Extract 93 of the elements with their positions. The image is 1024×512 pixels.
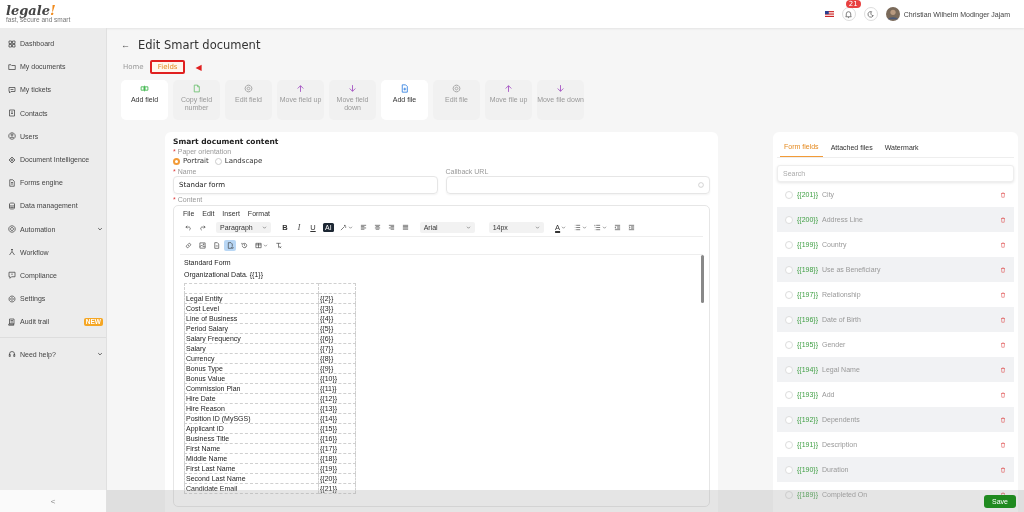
delete-icon[interactable] xyxy=(1000,291,1006,298)
numbered-list-icon xyxy=(594,224,602,231)
align-right-icon xyxy=(388,224,396,231)
arrow-up-icon xyxy=(296,84,305,93)
comment-icon xyxy=(8,271,16,280)
document-icon xyxy=(8,178,16,187)
settings-icon xyxy=(452,84,461,93)
arrow-down-icon xyxy=(556,84,565,93)
redo-icon xyxy=(198,224,206,231)
database-icon xyxy=(8,201,16,210)
checkbox[interactable] xyxy=(785,415,793,424)
pointer-arrow: ◀ xyxy=(195,62,202,72)
collapse-button[interactable]: < xyxy=(0,490,106,512)
user-icon xyxy=(8,132,16,141)
chevron-down-icon xyxy=(97,226,103,233)
arrow-up-icon xyxy=(504,84,513,93)
back-button[interactable]: ← xyxy=(121,40,130,50)
add-file-icon xyxy=(400,84,409,93)
checkbox[interactable] xyxy=(785,290,793,299)
caret-icon xyxy=(465,225,471,230)
scrollbar[interactable] xyxy=(701,255,704,303)
delete-icon[interactable] xyxy=(1000,216,1006,223)
chevron-down-icon xyxy=(97,351,103,358)
editor-tool-button[interactable] xyxy=(252,240,270,251)
target-icon xyxy=(8,225,16,234)
editor-tool-button[interactable] xyxy=(196,240,208,251)
delete-icon[interactable] xyxy=(1000,241,1006,248)
page-icon xyxy=(212,242,220,249)
callback-url-field[interactable] xyxy=(445,176,710,194)
checkbox[interactable] xyxy=(785,365,793,374)
grid-icon xyxy=(8,39,16,48)
page-title: Edit Smart document xyxy=(138,38,261,52)
delete-icon[interactable] xyxy=(1000,266,1006,273)
settings-icon xyxy=(244,84,253,93)
delete-icon[interactable] xyxy=(1000,466,1006,473)
split-field-icon xyxy=(140,84,149,93)
editor-tool-button[interactable] xyxy=(224,240,236,251)
delete-icon[interactable] xyxy=(1000,441,1006,448)
link-icon xyxy=(184,242,192,249)
image-icon xyxy=(198,242,206,249)
clear-format-icon xyxy=(274,242,282,249)
checkbox[interactable] xyxy=(785,465,793,474)
delete-icon[interactable] xyxy=(1000,391,1006,398)
caret-icon xyxy=(262,243,268,248)
align-left-icon xyxy=(360,224,368,231)
delete-icon[interactable] xyxy=(1000,416,1006,423)
checkbox[interactable] xyxy=(785,190,793,199)
notifications-button[interactable] xyxy=(841,7,856,21)
message-icon xyxy=(8,85,16,94)
table-icon xyxy=(254,242,262,249)
caret-icon xyxy=(262,225,267,230)
theme-button[interactable] xyxy=(863,7,878,21)
help-icon xyxy=(698,182,704,188)
wand-icon xyxy=(340,224,348,231)
checkbox[interactable] xyxy=(785,490,793,499)
checkbox[interactable] xyxy=(785,215,793,224)
caret-icon xyxy=(348,225,354,230)
caret-icon xyxy=(582,225,588,230)
settings-icon xyxy=(8,294,16,303)
indent-icon xyxy=(628,224,636,231)
avatar[interactable] xyxy=(885,7,900,21)
undo-icon xyxy=(184,224,192,231)
checkbox[interactable] xyxy=(785,340,793,349)
headset-icon xyxy=(8,350,16,359)
checkbox[interactable] xyxy=(785,440,793,449)
justify-icon xyxy=(402,224,410,231)
diamond-icon xyxy=(8,155,16,164)
delete-icon[interactable] xyxy=(1000,341,1006,348)
history-icon xyxy=(240,242,248,249)
editor-tool-button[interactable] xyxy=(238,240,250,251)
card-icon xyxy=(8,109,16,118)
workflow-icon xyxy=(8,248,16,257)
scroll-icon xyxy=(8,317,16,326)
page-settings-icon xyxy=(226,242,234,249)
outdent-icon xyxy=(614,224,622,231)
align-center-icon xyxy=(374,224,382,231)
folder-icon xyxy=(8,62,16,71)
copy-icon xyxy=(192,84,201,93)
checkbox[interactable] xyxy=(785,265,793,274)
checkbox[interactable] xyxy=(785,390,793,399)
delete-icon[interactable] xyxy=(1000,366,1006,373)
checkbox[interactable] xyxy=(785,240,793,249)
delete-icon[interactable] xyxy=(1000,191,1006,198)
flag-icon[interactable] xyxy=(824,11,834,17)
checkbox[interactable] xyxy=(785,315,793,324)
arrow-down-icon xyxy=(348,84,357,93)
caret-icon xyxy=(602,225,608,230)
bell-icon xyxy=(844,9,854,19)
moon-icon xyxy=(866,9,876,19)
caret-icon xyxy=(534,225,540,230)
bullet-list-icon xyxy=(574,224,582,231)
caret-icon xyxy=(561,225,567,230)
delete-icon[interactable] xyxy=(1000,316,1006,323)
